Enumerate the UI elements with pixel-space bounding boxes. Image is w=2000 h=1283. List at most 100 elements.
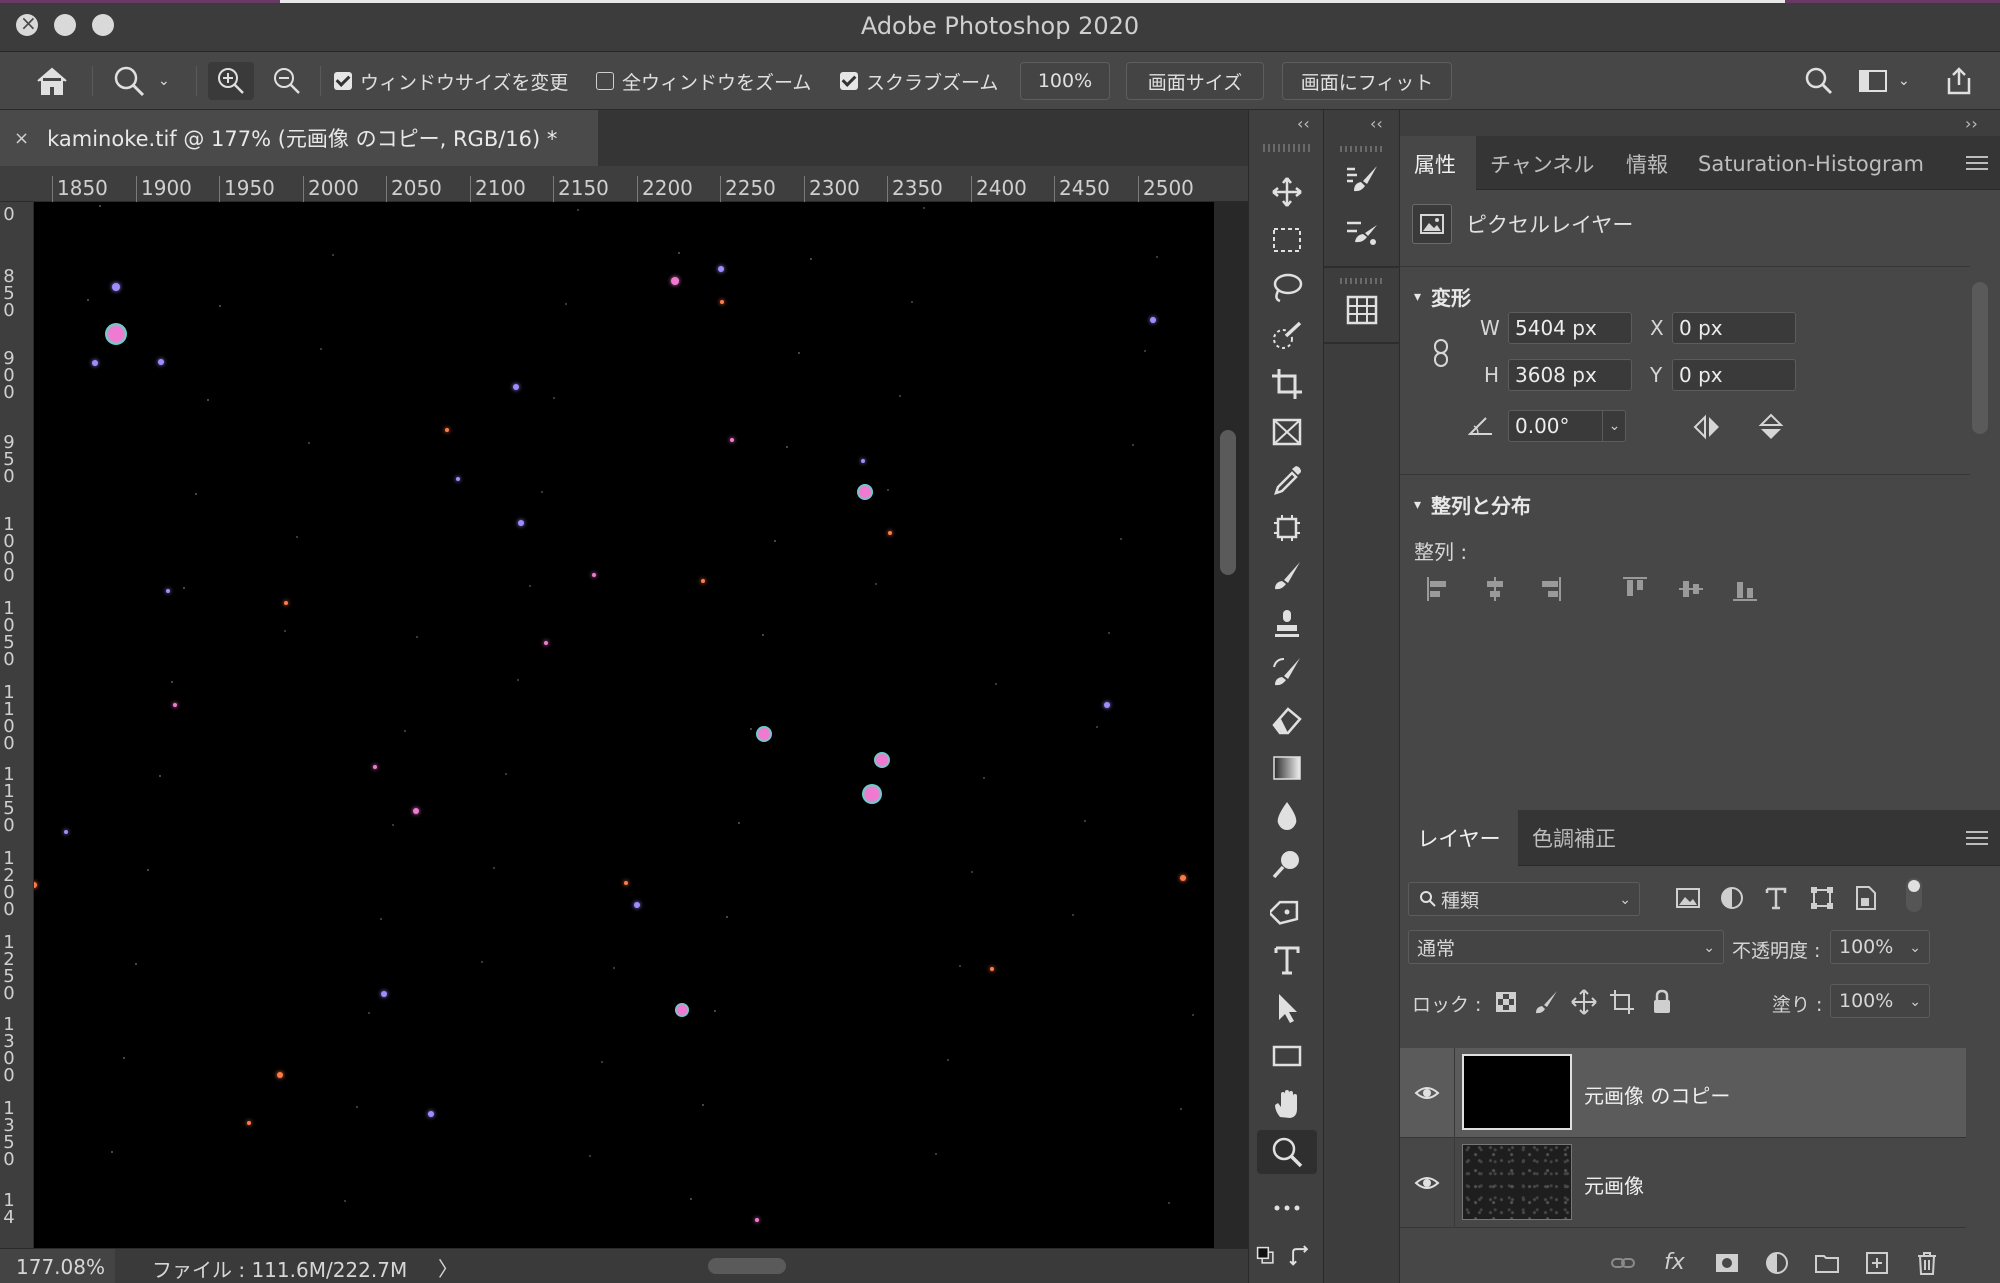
new-adjustment-layer-button[interactable]	[1764, 1250, 1790, 1276]
transform-section-header[interactable]: ▾ 変形	[1414, 282, 1471, 311]
lock-transparent-pixels-button[interactable]	[1492, 988, 1520, 1016]
zoom-out-button[interactable]	[264, 62, 310, 100]
lasso-tool[interactable]	[1257, 266, 1317, 310]
align-vertical-centers-button[interactable]	[1676, 574, 1706, 604]
filter-adjustment-layers-button[interactable]	[1718, 884, 1746, 912]
fill-field[interactable]: 100% ⌄	[1830, 984, 1930, 1018]
tab-info[interactable]: 情報	[1612, 136, 1682, 192]
link-layers-button[interactable]	[1610, 1250, 1636, 1276]
status-menu-arrow[interactable]: 〉	[438, 1253, 458, 1282]
filter-shape-layers-button[interactable]	[1808, 884, 1836, 912]
document-tab[interactable]: × kaminoke.tif @ 177% (元画像 のコピー, RGB/16)…	[0, 110, 598, 166]
new-group-button[interactable]	[1814, 1250, 1840, 1276]
lock-position-button[interactable]	[1570, 988, 1598, 1016]
blur-tool[interactable]	[1257, 794, 1317, 838]
fill-screen-button[interactable]: 画面にフィット	[1282, 62, 1452, 100]
history-brush-tool[interactable]	[1257, 650, 1317, 694]
clone-stamp-tool[interactable]	[1257, 602, 1317, 646]
default-colors-button[interactable]	[1251, 1234, 1281, 1278]
brushes-panel-button[interactable]	[1338, 210, 1386, 254]
panel-grip[interactable]	[1340, 146, 1384, 152]
lock-image-pixels-button[interactable]	[1532, 988, 1560, 1016]
share-button[interactable]	[1944, 62, 1978, 100]
type-tool[interactable]	[1257, 938, 1317, 982]
link-dimensions-button[interactable]	[1430, 338, 1452, 368]
eraser-tool[interactable]	[1257, 698, 1317, 742]
canvas-vertical-scrollbar[interactable]	[1220, 430, 1236, 575]
close-tab-icon[interactable]: ×	[14, 128, 29, 149]
brush-tool[interactable]	[1257, 554, 1317, 598]
visibility-eye-icon[interactable]	[1414, 1080, 1440, 1106]
panel-grip[interactable]	[1340, 278, 1384, 284]
fit-screen-button[interactable]: 画面サイズ	[1126, 62, 1264, 100]
layer-thumbnail[interactable]	[1462, 1054, 1572, 1130]
crop-tool[interactable]	[1257, 362, 1317, 406]
scrubby-zoom-checkbox[interactable]: スクラブズーム	[840, 62, 998, 100]
lock-artboard-button[interactable]	[1608, 988, 1636, 1016]
filter-type-layers-button[interactable]	[1762, 884, 1790, 912]
properties-scrollbar[interactable]	[1972, 282, 1988, 434]
tab-adjustments[interactable]: 色調補正	[1518, 810, 1630, 866]
layer-style-fx-icon[interactable]: fx	[1664, 1250, 1690, 1276]
tab-saturation-histogram[interactable]: Saturation-Histogram	[1684, 136, 1938, 192]
vertical-ruler[interactable]: 0 850 900 950 1000 1050 1100 1150 1200 1…	[0, 202, 34, 1248]
resize-windows-checkbox[interactable]: ウィンドウサイズを変更	[334, 62, 568, 100]
layer-row-copy[interactable]: 元画像 のコピー	[1400, 1048, 1966, 1138]
angle-dropdown-chevron-icon[interactable]: ⌄	[1602, 410, 1626, 442]
flip-horizontal-button[interactable]	[1692, 412, 1722, 442]
path-selection-tool[interactable]	[1257, 986, 1317, 1030]
layers-panel-menu-icon[interactable]	[1966, 831, 1988, 845]
search-button[interactable]	[1804, 62, 1838, 100]
canvas-horizontal-scrollbar[interactable]	[708, 1258, 786, 1274]
align-bottom-edges-button[interactable]	[1730, 574, 1760, 604]
align-section-header[interactable]: ▾ 整列と分布	[1414, 490, 1531, 519]
layer-thumbnail[interactable]	[1462, 1144, 1572, 1220]
panel-menu-icon[interactable]	[1966, 156, 1988, 170]
gradient-tool[interactable]	[1257, 746, 1317, 790]
zoom-level-field[interactable]: 177.08%	[0, 1249, 115, 1283]
expand-panels-icon[interactable]: ››	[1965, 114, 1978, 133]
opacity-field[interactable]: 100% ⌄	[1830, 930, 1930, 964]
add-layer-mask-button[interactable]	[1714, 1250, 1740, 1276]
tab-layers[interactable]: レイヤー	[1400, 810, 1518, 866]
delete-layer-button[interactable]	[1914, 1250, 1940, 1276]
rectangular-marquee-tool[interactable]	[1257, 218, 1317, 262]
align-horizontal-centers-button[interactable]	[1480, 574, 1510, 604]
layer-name[interactable]: 元画像 のコピー	[1584, 1080, 1730, 1109]
frame-tool[interactable]	[1257, 410, 1317, 454]
brush-settings-panel-button[interactable]	[1338, 158, 1386, 202]
zoom-tool-preset-picker[interactable]: ⌄	[112, 62, 182, 100]
rectangle-tool[interactable]	[1257, 1034, 1317, 1078]
pen-tool[interactable]	[1257, 890, 1317, 934]
flip-vertical-button[interactable]	[1756, 412, 1786, 442]
zoom-all-windows-checkbox[interactable]: 全ウィンドウをズーム	[596, 62, 811, 100]
horizontal-ruler[interactable]: 1850 1900 1950 2000 2050 2100 2150 2200 …	[0, 166, 1248, 202]
visibility-eye-icon[interactable]	[1414, 1170, 1440, 1196]
zoom-tool[interactable]	[1257, 1130, 1317, 1174]
filter-pixel-layers-button[interactable]	[1674, 884, 1702, 912]
hand-tool[interactable]	[1257, 1082, 1317, 1126]
edit-toolbar-button[interactable]	[1257, 1186, 1317, 1230]
quick-selection-tool[interactable]	[1257, 314, 1317, 358]
eyedropper-tool[interactable]	[1257, 458, 1317, 502]
zoom-in-button[interactable]	[208, 62, 254, 100]
layer-filter-kind-dropdown[interactable]: 種類 ⌄	[1408, 882, 1640, 916]
x-input[interactable]: 0 px	[1672, 312, 1796, 344]
tab-properties[interactable]: 属性	[1400, 136, 1476, 192]
panel-grip[interactable]	[1263, 144, 1311, 152]
home-button[interactable]	[30, 62, 74, 100]
tab-channels[interactable]: チャンネル	[1476, 136, 1608, 192]
y-input[interactable]: 0 px	[1672, 359, 1796, 391]
spot-healing-tool[interactable]	[1257, 506, 1317, 550]
libraries-panel-button[interactable]	[1338, 288, 1386, 332]
filter-smart-objects-button[interactable]	[1852, 884, 1880, 912]
move-tool[interactable]	[1257, 170, 1317, 214]
new-layer-button[interactable]	[1864, 1250, 1890, 1276]
filter-toggle-switch[interactable]	[1906, 878, 1922, 912]
layer-row-original[interactable]: 元画像	[1400, 1138, 1966, 1228]
collapse-dock-icon[interactable]: ‹‹	[1370, 114, 1383, 133]
align-right-edges-button[interactable]	[1534, 574, 1564, 604]
collapse-tools-icon[interactable]: ‹‹	[1297, 114, 1310, 133]
layer-name[interactable]: 元画像	[1584, 1170, 1644, 1199]
width-input[interactable]: 5404 px	[1508, 312, 1632, 344]
